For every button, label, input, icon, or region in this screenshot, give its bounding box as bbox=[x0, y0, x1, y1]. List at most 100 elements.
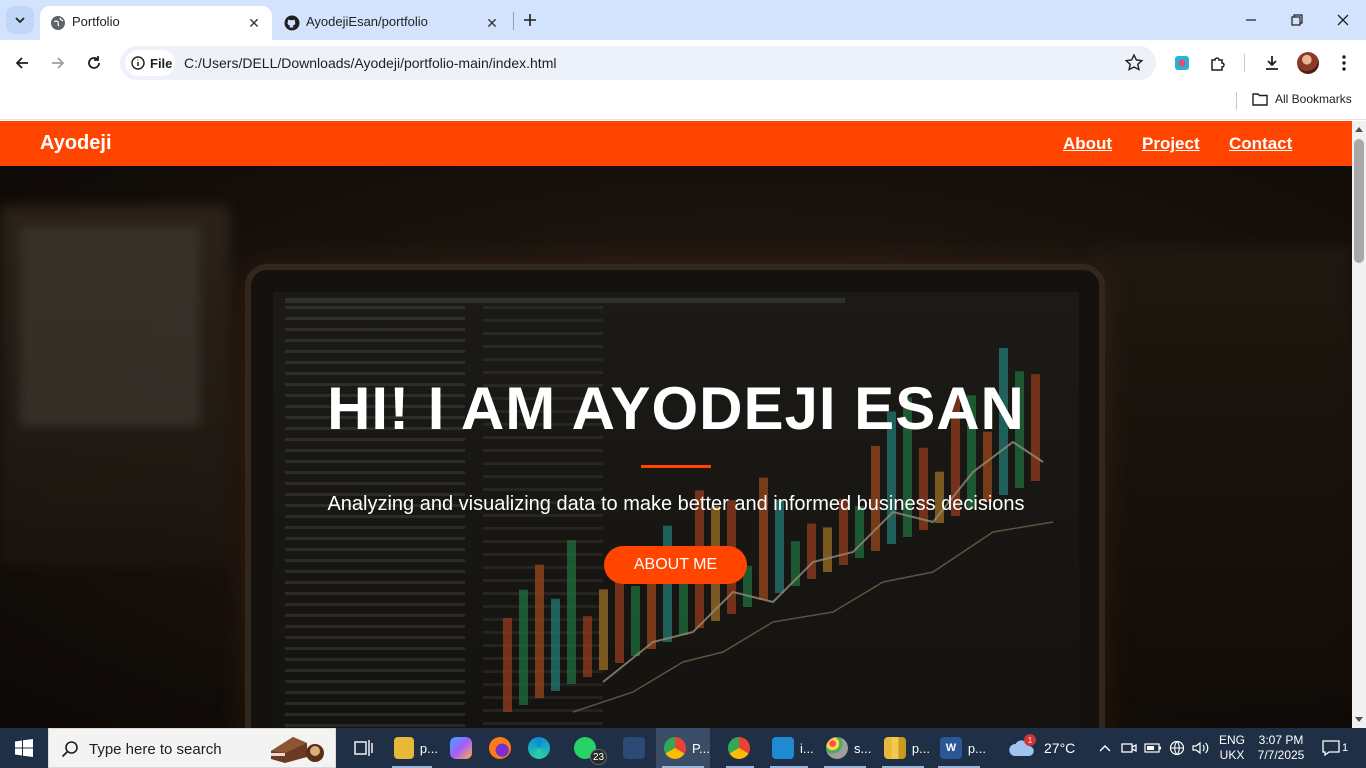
extensions-menu-button[interactable] bbox=[1203, 48, 1233, 78]
scroll-up-arrow-icon[interactable] bbox=[1352, 123, 1366, 135]
url-text[interactable]: C:/Users/DELL/Downloads/Ayodeji/portfoli… bbox=[184, 55, 556, 71]
windows-taskbar: Type here to search p... 23 P... i... s.… bbox=[0, 728, 1366, 768]
lang-line-1: ENG bbox=[1218, 733, 1245, 747]
taskbar-chrome-alt[interactable] bbox=[720, 728, 760, 768]
info-icon bbox=[131, 56, 145, 70]
site-brand[interactable]: Ayodeji bbox=[40, 132, 112, 155]
task-view-icon bbox=[354, 740, 373, 756]
taskbar-chrome-portfolio[interactable]: P... bbox=[656, 728, 710, 768]
taskbar-paint[interactable]: s... bbox=[818, 728, 872, 768]
taskbar-firefox[interactable] bbox=[481, 728, 519, 768]
taskbar-file-explorer[interactable]: p... bbox=[386, 728, 438, 768]
taskbar-tableau[interactable] bbox=[615, 728, 653, 768]
page-viewport: Ayodeji About Project Contact HI! I AM A… bbox=[0, 121, 1352, 728]
weather-widget[interactable]: 1 27°C bbox=[1008, 728, 1075, 768]
all-bookmarks-button[interactable]: All Bookmarks bbox=[1252, 92, 1352, 106]
taskbar-copilot[interactable] bbox=[442, 728, 480, 768]
hero-section: HI! I AM AYODEJI ESAN Analyzing and visu… bbox=[0, 166, 1352, 728]
arrow-right-icon bbox=[52, 57, 65, 69]
hero-divider bbox=[641, 465, 711, 468]
restore-icon bbox=[1291, 14, 1303, 26]
tab-strip: Portfolio ✕ AyodejiEsan/portfolio ✕ bbox=[0, 0, 1366, 40]
downloads-button[interactable] bbox=[1257, 48, 1287, 78]
profile-avatar[interactable] bbox=[1297, 52, 1319, 74]
new-tab-button[interactable] bbox=[518, 8, 542, 32]
reload-button[interactable] bbox=[79, 48, 109, 78]
search-placeholder: Type here to search bbox=[89, 741, 222, 758]
bookmarks-separator bbox=[1236, 92, 1237, 110]
taskbar-app-label: p... bbox=[911, 740, 930, 756]
scroll-down-arrow-icon[interactable] bbox=[1352, 714, 1366, 726]
nav-link-project[interactable]: Project bbox=[1142, 134, 1200, 154]
search-icon bbox=[61, 741, 78, 758]
site-navbar: Ayodeji About Project Contact bbox=[0, 121, 1352, 166]
star-icon[interactable] bbox=[1124, 53, 1144, 73]
tab-search-button[interactable] bbox=[6, 6, 34, 34]
hero-overlay bbox=[0, 166, 1352, 728]
back-button[interactable] bbox=[7, 48, 37, 78]
chrome-profile-icon bbox=[728, 737, 750, 759]
windows-logo-icon bbox=[15, 739, 33, 757]
close-window-button[interactable] bbox=[1320, 0, 1366, 40]
nav-link-about[interactable]: About bbox=[1063, 134, 1112, 154]
browser-toolbar: File C:/Users/DELL/Downloads/Ayodeji/por… bbox=[0, 40, 1366, 86]
tab-portfolio[interactable]: Portfolio ✕ bbox=[40, 6, 272, 40]
close-tab-icon[interactable]: ✕ bbox=[244, 13, 264, 33]
download-icon bbox=[1266, 56, 1278, 70]
search-highlight-cake-icon bbox=[271, 737, 324, 763]
extension-button[interactable] bbox=[1167, 48, 1197, 78]
taskbar-powerbi[interactable]: p... bbox=[876, 728, 930, 768]
folder-icon bbox=[394, 737, 414, 759]
taskbar-whatsapp[interactable]: 23 bbox=[566, 728, 610, 768]
meet-now-icon[interactable] bbox=[1119, 738, 1139, 758]
scrollbar-thumb[interactable] bbox=[1354, 139, 1364, 263]
globe-icon bbox=[51, 16, 65, 30]
network-globe-icon[interactable] bbox=[1167, 738, 1187, 758]
nav-link-contact[interactable]: Contact bbox=[1229, 134, 1292, 154]
hero-subtitle: Analyzing and visualizing data to make b… bbox=[327, 493, 1025, 515]
restore-button[interactable] bbox=[1274, 0, 1320, 40]
task-view-button[interactable] bbox=[346, 728, 376, 768]
hero-title: HI! I AM AYODEJI ESAN bbox=[327, 375, 1025, 442]
tray-chevron-up-icon[interactable] bbox=[1095, 738, 1115, 758]
chevron-down-icon bbox=[15, 17, 25, 24]
paint-palette-icon bbox=[826, 737, 848, 759]
lang-line-2: UKX bbox=[1219, 748, 1245, 762]
close-icon bbox=[1337, 14, 1349, 26]
reload-icon bbox=[88, 56, 100, 69]
extension-app-icon bbox=[1175, 56, 1189, 70]
folder-icon bbox=[1252, 93, 1268, 106]
close-tab-icon[interactable]: ✕ bbox=[482, 13, 502, 33]
site-info-chip[interactable]: File bbox=[125, 50, 175, 76]
start-button[interactable] bbox=[0, 728, 48, 768]
bookmarks-bar: All Bookmarks bbox=[0, 86, 1366, 120]
chrome-icon bbox=[664, 737, 686, 759]
taskbar-app-label: p... bbox=[967, 740, 986, 756]
edge-icon bbox=[528, 737, 550, 759]
taskbar-edge[interactable] bbox=[520, 728, 558, 768]
toolbar-separator bbox=[1244, 54, 1245, 72]
minimize-icon bbox=[1246, 19, 1256, 21]
browser-menu-button[interactable] bbox=[1329, 48, 1359, 78]
tab-github[interactable]: AyodejiEsan/portfolio ✕ bbox=[274, 6, 510, 40]
address-bar[interactable]: File C:/Users/DELL/Downloads/Ayodeji/por… bbox=[120, 46, 1156, 80]
taskbar-clock[interactable]: 3:07 PM 7/7/2025 bbox=[1254, 733, 1308, 763]
notification-center-button[interactable]: 1 bbox=[1320, 736, 1350, 760]
about-me-button[interactable]: ABOUT ME bbox=[604, 546, 747, 584]
forward-button[interactable] bbox=[43, 48, 73, 78]
plus-icon bbox=[524, 14, 536, 26]
arrow-left-icon bbox=[15, 57, 28, 69]
battery-icon[interactable] bbox=[1143, 738, 1163, 758]
copilot-icon bbox=[450, 737, 472, 759]
volume-icon[interactable] bbox=[1191, 738, 1211, 758]
vscode-icon bbox=[772, 737, 794, 759]
taskbar-search[interactable]: Type here to search bbox=[48, 728, 336, 768]
taskbar-word[interactable]: W p... bbox=[932, 728, 986, 768]
notification-icon bbox=[1322, 740, 1340, 756]
input-language-indicator[interactable]: ENG UKX bbox=[1218, 733, 1246, 763]
github-icon bbox=[284, 15, 300, 31]
minimize-button[interactable] bbox=[1228, 0, 1274, 40]
taskbar-vscode[interactable]: i... bbox=[764, 728, 814, 768]
page-scrollbar[interactable] bbox=[1352, 121, 1366, 728]
taskbar-app-label: i... bbox=[800, 740, 814, 756]
